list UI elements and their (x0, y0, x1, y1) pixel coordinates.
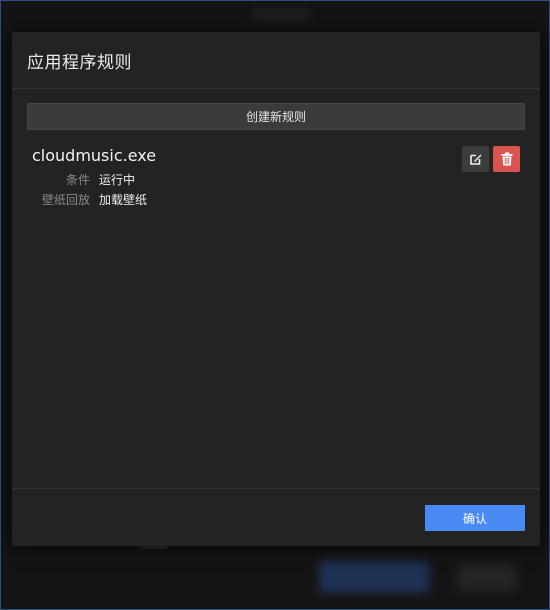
application-rules-dialog: 应用程序规则 创建新规则 cloudmusic.exe 条件 运行中 壁纸回放 … (12, 32, 540, 546)
playback-label: 壁纸回放 (41, 193, 90, 207)
edit-icon (469, 154, 481, 165)
dialog-title: 应用程序规则 (27, 52, 132, 73)
rule-playback-row: 壁纸回放 加载壁纸 (32, 191, 147, 208)
dialog-header: 应用程序规则 (12, 32, 540, 89)
delete-rule-button[interactable] (493, 146, 520, 172)
condition-value: 运行中 (99, 173, 136, 187)
dialog-body: 创建新规则 cloudmusic.exe 条件 运行中 壁纸回放 加载壁纸 (12, 89, 540, 488)
dialog-footer: 确认 (12, 488, 540, 547)
create-rule-button[interactable]: 创建新规则 (27, 103, 525, 130)
playback-value: 加载壁纸 (99, 193, 148, 207)
trash-icon (501, 152, 512, 166)
edit-rule-button[interactable] (462, 146, 489, 172)
confirm-button[interactable]: 确认 (425, 505, 525, 531)
rule-item: cloudmusic.exe 条件 运行中 壁纸回放 加载壁纸 (32, 146, 522, 216)
condition-label: 条件 (65, 173, 90, 187)
background-window-blur (457, 565, 517, 591)
background-window-blur (319, 561, 429, 593)
background-window-blur (251, 7, 311, 21)
rule-condition-row: 条件 运行中 (32, 171, 135, 188)
rule-app-name: cloudmusic.exe (32, 146, 157, 165)
